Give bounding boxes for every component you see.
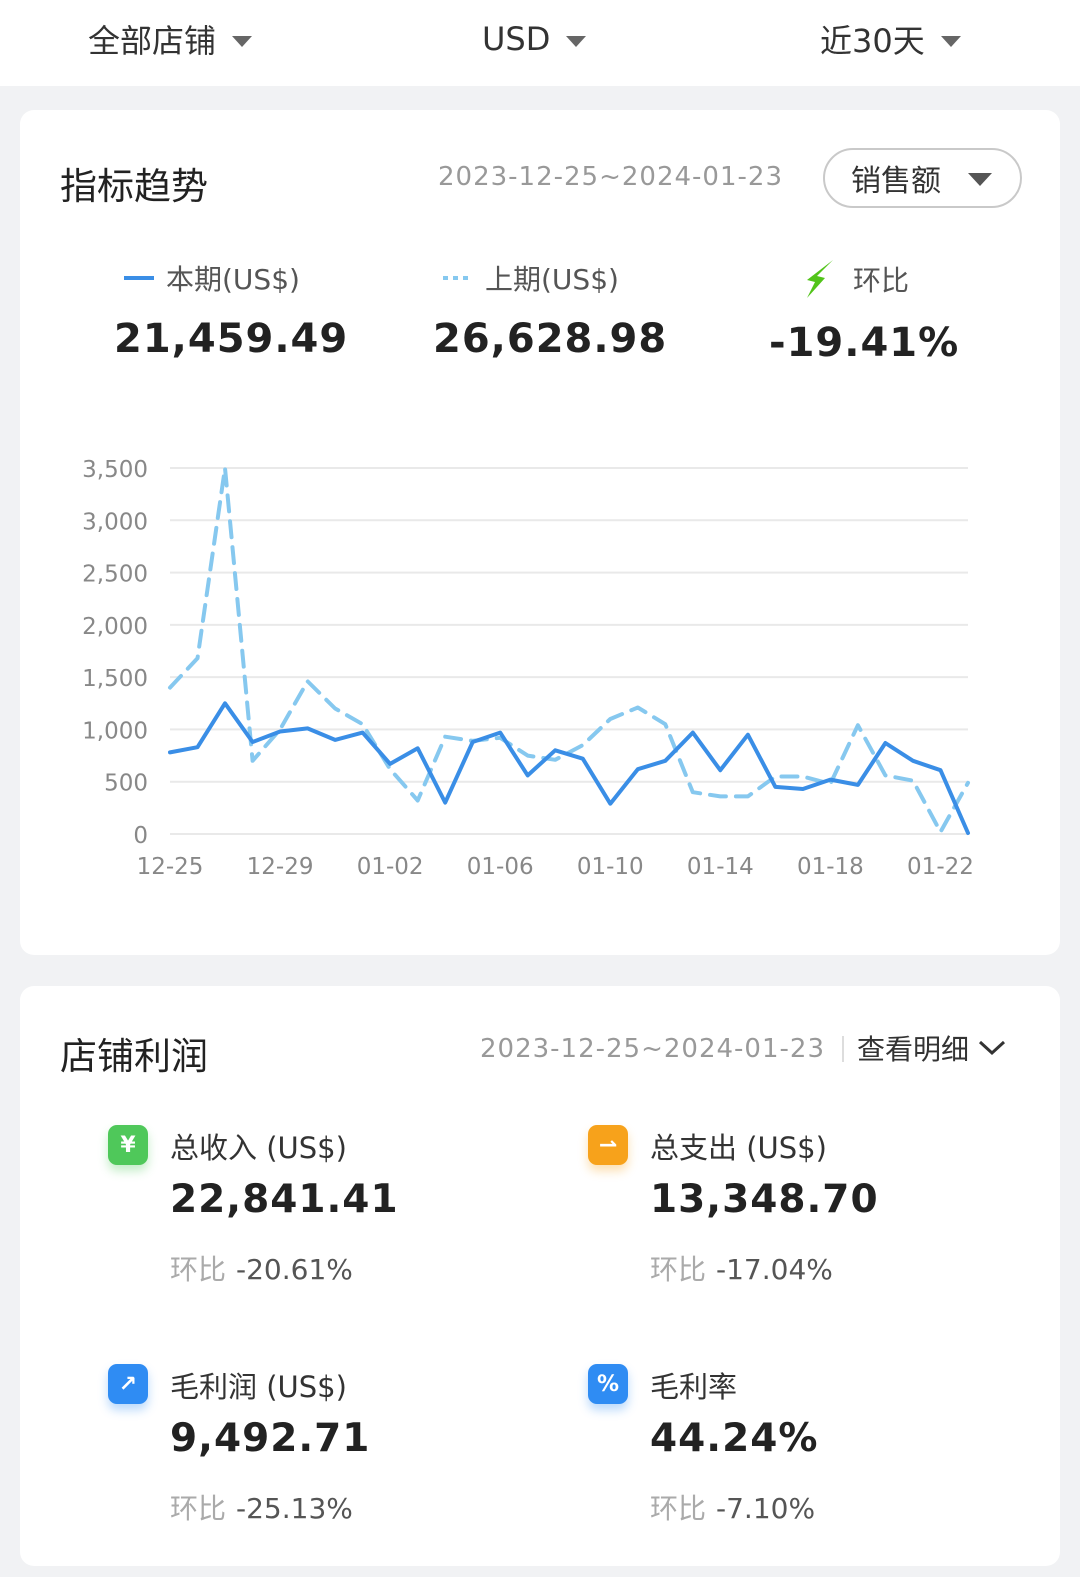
previous-period-series-line	[168, 466, 970, 834]
x-tick-label: 12-29	[247, 854, 314, 880]
stat-compare: 环比 -7.10%	[650, 1487, 815, 1527]
period-filter-dropdown[interactable]: 近30天	[820, 14, 961, 64]
metric-select-button[interactable]: 销售额	[823, 148, 1022, 208]
stat-value: 13,348.70	[650, 1177, 879, 1222]
previous-period-label: 上期(US$)	[485, 263, 619, 296]
profit-title: 店铺利润	[60, 1035, 208, 1078]
stat-label: 总支出 (US$)	[650, 1131, 827, 1165]
filter-bar: 全部店铺 USD 近30天	[0, 0, 1080, 86]
stat-compare-value: -20.61%	[236, 1253, 353, 1286]
stat-compare: 环比 -17.04%	[650, 1248, 833, 1288]
y-tick-label: 0	[133, 823, 148, 849]
yuan-icon: ¥	[108, 1125, 148, 1165]
store-filter-dropdown[interactable]: 全部店铺	[88, 14, 253, 64]
stat-value: 44.24%	[650, 1416, 819, 1461]
compare-legend: 环比	[803, 258, 909, 300]
x-tick-label: 01-14	[687, 854, 754, 880]
previous-period-value: 26,628.98	[433, 316, 668, 362]
down-arrow-icon	[807, 260, 833, 298]
x-tick-label: 01-02	[357, 854, 424, 880]
stat-compare-label: 环比	[170, 1253, 227, 1286]
current-period-series-line	[168, 701, 970, 835]
caret-down-icon	[940, 35, 961, 47]
chevron-down-icon	[979, 1040, 1006, 1056]
stat-compare-label: 环比	[650, 1492, 707, 1525]
stat-label: 毛利润 (US$)	[170, 1370, 347, 1404]
currency-filter-dropdown[interactable]: USD	[482, 14, 587, 64]
metric-select-label: 销售额	[851, 164, 941, 199]
store-filter-label: 全部店铺	[88, 22, 217, 60]
divider	[842, 1036, 844, 1062]
previous-period-legend: 上期(US$)	[443, 258, 619, 298]
stat-label: 毛利率	[650, 1370, 738, 1404]
trend-up-icon: ↗	[108, 1364, 148, 1404]
y-tick-label: 2,000	[82, 614, 148, 640]
currency-filter-label: USD	[482, 20, 551, 58]
current-period-value: 21,459.49	[114, 316, 349, 362]
y-tick-label: 1,500	[82, 666, 148, 692]
stat-compare-label: 环比	[650, 1253, 707, 1286]
y-tick-label: 1,000	[82, 718, 148, 744]
stat-compare-value: -17.04%	[716, 1253, 833, 1286]
dotted-line-icon	[443, 276, 473, 280]
profit-card: 店铺利润 2023-12-25~2024-01-23 查看明细 ¥ 总收入 (US…	[20, 986, 1060, 1566]
stat-compare-value: -25.13%	[236, 1492, 353, 1525]
y-tick-label: 2,500	[82, 562, 148, 588]
y-tick-label: 3,000	[82, 509, 148, 535]
solid-line-icon	[124, 276, 154, 280]
x-tick-label: 01-06	[467, 854, 534, 880]
caret-down-icon	[232, 35, 253, 47]
percent-icon: %	[588, 1364, 628, 1404]
current-period-label: 本期(US$)	[166, 263, 300, 296]
stat-label: 总收入 (US$)	[170, 1131, 347, 1165]
stat-compare: 环比 -25.13%	[170, 1487, 353, 1527]
trend-card: 指标趋势 2023-12-25~2024-01-23 销售额 本期(US$) 2…	[20, 110, 1060, 955]
current-period-legend: 本期(US$)	[124, 258, 300, 298]
x-tick-label: 01-18	[797, 854, 864, 880]
period-filter-label: 近30天	[820, 22, 925, 60]
trend-date-range: 2023-12-25~2024-01-23	[438, 162, 783, 192]
stat-compare-label: 环比	[170, 1492, 227, 1525]
compare-label: 环比	[853, 264, 910, 297]
view-details-label: 查看明细	[857, 1033, 970, 1066]
y-tick-label: 3,500	[82, 457, 148, 483]
trend-title: 指标趋势	[60, 165, 208, 208]
stat-value: 9,492.71	[170, 1416, 371, 1461]
trend-line-chart: 0 500 1,000 1,500 2,000 2,500 3,000 3,500 12-25 1…	[82, 457, 974, 880]
stat-compare-value: -7.10%	[716, 1492, 816, 1525]
view-details-link[interactable]: 查看明细	[857, 1028, 1007, 1068]
caret-down-icon	[968, 173, 992, 186]
x-tick-label: 01-22	[907, 854, 974, 880]
expense-arrow-icon: ⇀	[588, 1125, 628, 1165]
profit-date-range: 2023-12-25~2024-01-23	[480, 1034, 825, 1064]
x-tick-label: 01-10	[577, 854, 644, 880]
compare-value: -19.41%	[769, 320, 960, 366]
caret-down-icon	[566, 35, 587, 47]
stat-value: 22,841.41	[170, 1177, 399, 1222]
stat-compare: 环比 -20.61%	[170, 1248, 353, 1288]
y-tick-label: 500	[104, 771, 148, 797]
x-tick-label: 12-25	[137, 854, 204, 880]
